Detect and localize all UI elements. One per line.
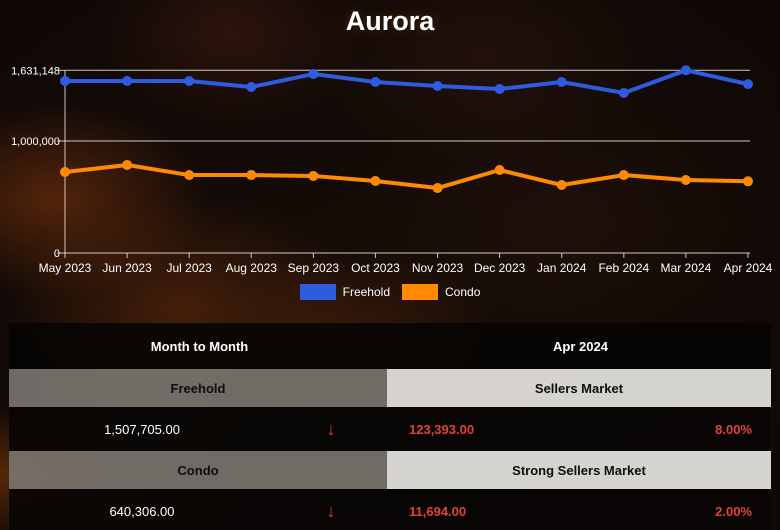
condo-label-row: Condo Strong Sellers Market: [9, 451, 771, 489]
legend-label-freehold: Freehold: [342, 285, 390, 299]
svg-text:Mar 2024: Mar 2024: [661, 261, 712, 275]
legend-item-condo[interactable]: Condo: [402, 284, 480, 300]
svg-text:Oct 2023: Oct 2023: [351, 261, 400, 275]
freehold-change-percent: 8.00%: [715, 421, 752, 437]
svg-text:Dec 2023: Dec 2023: [474, 261, 526, 275]
condo-current-value: 640,306.00: [109, 503, 175, 519]
freehold-label-row: Freehold Sellers Market: [9, 369, 771, 407]
freehold-change-amount: 123,393.00: [409, 421, 475, 437]
report-screen: Aurora 0 1,000,000 1,631,148 May 2023 Jun 20…: [0, 0, 780, 530]
svg-text:Nov 2023: Nov 2023: [412, 261, 464, 275]
legend-label-condo: Condo: [445, 285, 481, 299]
condo-value-row: 640,306.00 ↓ 11,694.00 2.00%: [9, 489, 771, 530]
condo-change-percent: 2.00%: [715, 503, 752, 519]
svg-text:Jun 2023: Jun 2023: [102, 261, 152, 275]
table-header-row: Month to Month Apr 2024: [9, 323, 771, 369]
category-freehold: Freehold: [9, 369, 387, 407]
freehold-series-swatch-icon: [299, 284, 336, 300]
svg-text:Feb 2024: Feb 2024: [598, 261, 649, 275]
svg-text:Jul 2023: Jul 2023: [166, 261, 212, 275]
freehold-value-row: 1,507,705.00 ↓ 123,393.00 8.00%: [9, 407, 771, 451]
down-arrow-icon: ↓: [326, 419, 336, 439]
svg-text:1,000,000: 1,000,000: [11, 136, 60, 148]
legend-item-freehold[interactable]: Freehold: [299, 284, 390, 300]
svg-text:Sep 2023: Sep 2023: [288, 261, 340, 275]
svg-text:May 2023: May 2023: [39, 261, 92, 275]
header-period: Apr 2024: [553, 338, 608, 354]
svg-text:Aug 2023: Aug 2023: [226, 261, 278, 275]
market-status-condo: Strong Sellers Market: [387, 451, 771, 489]
market-status-freehold: Sellers Market: [387, 369, 771, 407]
svg-text:Apr 2024: Apr 2024: [724, 261, 773, 275]
svg-text:0: 0: [54, 248, 60, 260]
svg-text:1,631,148: 1,631,148: [11, 65, 60, 77]
price-trend-chart[interactable]: 0 1,000,000 1,631,148 May 2023 Jun 2023 Jul 2…: [0, 0, 780, 310]
svg-text:Jan 2024: Jan 2024: [537, 261, 587, 275]
chart-legend: Freehold Condo: [0, 283, 780, 301]
down-arrow-icon: ↓: [326, 501, 336, 521]
market-summary-table: Month to Month Apr 2024 Freehold Sellers…: [9, 323, 771, 530]
freehold-current-value: 1,507,705.00: [104, 421, 180, 437]
condo-change-amount: 11,694.00: [409, 503, 467, 519]
category-condo: Condo: [9, 451, 387, 489]
header-month-to-month: Month to Month: [150, 338, 249, 354]
condo-series-swatch-icon: [402, 284, 438, 300]
